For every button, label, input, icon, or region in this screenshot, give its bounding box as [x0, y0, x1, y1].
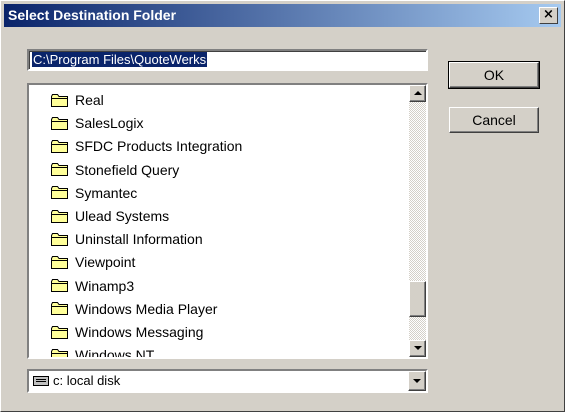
close-button[interactable]: × [539, 7, 558, 24]
scroll-down-button[interactable] [409, 340, 426, 357]
folder-list-scrollbar[interactable] [409, 85, 426, 357]
folder-icon [51, 302, 69, 316]
ok-button[interactable]: OK [448, 61, 540, 89]
drive-dropdown-button[interactable] [408, 371, 426, 391]
drive-select[interactable]: c: local disk [27, 369, 428, 393]
folder-list-item[interactable]: Ulead Systems [51, 205, 169, 227]
folder-icon [51, 209, 69, 223]
folder-name: Real [75, 92, 104, 108]
folder-list-item[interactable]: Viewpoint [51, 251, 135, 273]
folder-icon [51, 348, 69, 357]
arrow-up-icon [414, 91, 422, 95]
cancel-button[interactable]: Cancel [449, 107, 539, 133]
folder-list-item[interactable]: Windows NT [51, 344, 154, 357]
folder-icon [51, 116, 69, 130]
folder-icon [51, 163, 69, 177]
folder-list-item[interactable]: Real [51, 89, 104, 111]
folder-name: Ulead Systems [75, 208, 170, 224]
path-input[interactable]: C:\Program Files\QuoteWerks [27, 49, 428, 71]
folder-name: Uninstall Information [75, 231, 203, 248]
folder-name: Winamp3 [75, 277, 135, 294]
drive-select-value: c: local disk [53, 373, 121, 388]
select-destination-folder-dialog: Select Destination Folder × C:\Program F… [0, 0, 565, 412]
close-icon: × [543, 7, 554, 22]
scroll-thumb[interactable] [409, 281, 426, 317]
folder-list[interactable]: Real SalesLogix SFDC Products Integration S… [27, 83, 428, 359]
folder-icon [51, 279, 69, 293]
folder-name: Stonefield Query [75, 161, 180, 178]
folder-list-item[interactable]: Stonefield Query [51, 159, 179, 181]
folder-list-item[interactable]: Symantec [51, 182, 137, 204]
folder-list-item[interactable]: Winamp3 [51, 275, 134, 297]
folder-name: Symantec [75, 184, 138, 201]
folder-name: SFDC Products Integration [75, 138, 243, 155]
chevron-down-icon [413, 379, 421, 383]
folder-icon [51, 255, 69, 269]
folder-name: Windows NT [75, 347, 155, 357]
folder-list-items: Real SalesLogix SFDC Products Integration S… [29, 85, 403, 357]
folder-icon [51, 325, 69, 339]
folder-list-item[interactable]: Windows Messaging [51, 321, 203, 343]
path-input-value: C:\Program Files\QuoteWerks [32, 52, 208, 67]
folder-list-item[interactable]: Windows Media Player [51, 298, 217, 320]
title-bar[interactable]: Select Destination Folder × [4, 4, 561, 27]
arrow-down-icon [414, 346, 422, 350]
folder-list-item[interactable]: SalesLogix [51, 112, 144, 134]
folder-name: Windows Messaging [75, 324, 204, 340]
hard-drive-icon [33, 376, 49, 386]
folder-icon [51, 186, 69, 200]
folder-icon [51, 93, 69, 107]
dialog-title: Select Destination Folder [8, 7, 177, 23]
folder-icon [51, 139, 69, 153]
folder-list-item[interactable]: Uninstall Information [51, 228, 203, 250]
scroll-up-button[interactable] [409, 85, 426, 102]
folder-name: SalesLogix [75, 115, 144, 132]
folder-name: Viewpoint [75, 254, 136, 271]
folder-icon [51, 232, 69, 246]
folder-name: Windows Media Player [75, 300, 218, 317]
folder-list-item[interactable]: SFDC Products Integration [51, 135, 242, 157]
